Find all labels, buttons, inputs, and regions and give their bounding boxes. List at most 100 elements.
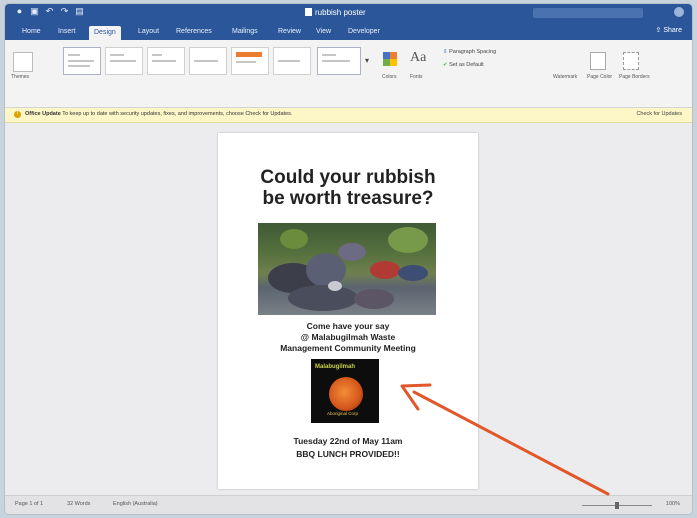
message-label: Office Update [25,111,61,117]
zoom-slider-knob[interactable] [615,502,619,509]
thumb-line [152,60,176,62]
thumb-line [278,60,300,62]
paragraph-spacing-button[interactable]: ⇕ Paragraph Spacing [443,49,496,55]
user-avatar[interactable] [674,7,684,17]
share-label: Share [663,27,682,34]
set-as-default-label: Set as Default [449,62,484,68]
thumb-line [322,60,350,62]
undo-icon[interactable]: ↶ [45,7,54,16]
date-line: Tuesday 22nd of May 11am [293,436,403,446]
title-bar: ● ▣ ↶ ↷ ▤ rubbish poster [5,4,692,22]
share-button[interactable]: ⇪ Share [656,26,683,34]
document-icon [305,8,312,16]
tab-mailings[interactable]: Mailings [227,25,263,38]
tab-view[interactable]: View [311,25,336,38]
fonts-label: Fonts [410,74,423,80]
photo-detail [354,289,394,309]
photo-detail [328,281,342,291]
style-thumbnail-5[interactable] [231,47,269,75]
tab-insert[interactable]: Insert [53,25,81,38]
photo-detail [388,227,428,253]
page-borders-label: Page Borders [619,74,650,80]
print-icon[interactable]: ▤ [75,7,84,16]
document-title-text: rubbish poster [315,8,366,17]
watermark-button[interactable]: Watermark [553,74,577,80]
meeting-details: Come have your say @ Malabugilmah Waste … [218,321,478,354]
quick-access-toolbar: ● ▣ ↶ ↷ ▤ [15,7,84,16]
style-thumbnail-6[interactable] [273,47,311,75]
logo-subtitle-art: Aboriginal Corp [327,411,359,416]
search-box[interactable] [533,8,643,18]
fonts-button[interactable]: Aa [410,50,426,66]
thumb-line [68,65,90,67]
message-text: To keep up to date with security updates… [62,111,293,117]
style-thumbnail-2[interactable] [105,47,143,75]
body-line-1: Come have your say [306,321,390,331]
tab-layout[interactable]: Layout [133,25,164,38]
page-count[interactable]: Page 1 of 1 [15,501,43,507]
word-count[interactable]: 32 Words [67,501,90,507]
color-swatch [390,52,397,59]
tab-review[interactable]: Review [273,25,306,38]
tab-developer[interactable]: Developer [343,25,385,38]
thumb-line [236,61,256,63]
gallery-more-icon[interactable]: ▾ [365,56,369,65]
thumb-line [68,54,80,56]
color-swatch [383,59,390,66]
lunch-line: BBQ LUNCH PROVIDED!! [296,449,400,459]
status-bar: Page 1 of 1 32 Words English (Australia)… [5,495,692,514]
language-indicator[interactable]: English (Australia) [113,501,158,507]
document-page[interactable]: Could your rubbish be worth treasure? Co… [218,133,478,489]
document-canvas[interactable]: Could your rubbish be worth treasure? Co… [5,123,692,495]
photo-detail [288,285,358,311]
save-icon[interactable]: ▣ [30,7,39,16]
update-message-bar: ! Office Update To keep up to date with … [5,108,692,123]
thumb-line [152,54,162,56]
thumb-line [194,60,218,62]
tab-home[interactable]: Home [17,25,46,38]
themes-label: Themes [11,74,30,80]
tab-references[interactable]: References [171,25,217,38]
thumb-line [322,54,336,56]
style-thumbnail-1[interactable] [63,47,101,75]
page-color-icon[interactable] [590,52,606,70]
themes-button[interactable] [13,52,33,72]
style-thumbnail-7[interactable] [317,47,361,75]
page-borders-icon[interactable] [623,52,639,70]
logo-title-art: Malabugilmah [315,364,356,370]
thumb-line [68,60,94,62]
tab-design[interactable]: Design [89,26,121,40]
thumb-line [110,60,136,62]
update-message: Office Update To keep up to date with se… [25,111,292,117]
style-thumbnail-4[interactable] [189,47,227,75]
headline-line-1: Could your rubbish [260,167,436,188]
thumb-title-bar [236,52,262,57]
color-swatch [390,59,397,66]
page-color-label: Page Color [587,74,613,80]
ribbon-tabs: Home Insert Design Layout References Mai… [5,22,692,40]
photo-detail [398,265,428,281]
redo-icon[interactable]: ↷ [60,7,69,16]
body-line-3: Management Community Meeting [280,343,416,353]
close-dot-icon[interactable]: ● [15,7,24,16]
body-line-2: @ Malabugilmah Waste [300,332,396,342]
photo-detail [280,229,308,249]
zoom-level[interactable]: 100% [666,501,680,507]
style-thumbnail-3[interactable] [147,47,185,75]
paragraph-spacing-label: Paragraph Spacing [449,49,497,55]
headline-line-2: be worth treasure? [262,188,434,209]
rubbish-photo[interactable] [258,223,436,315]
poster-headline: Could your rubbish be worth treasure? [218,167,478,209]
photo-detail [370,261,400,279]
photo-detail [338,243,366,261]
set-as-default-button[interactable]: ✔ Set as Default [443,62,484,68]
colors-button[interactable] [383,52,397,66]
colors-label: Colors [382,74,397,80]
sun-graphic [329,377,363,411]
color-swatch [383,52,390,59]
community-logo-image[interactable]: Malabugilmah Aboriginal Corp [311,359,379,423]
word-window: ● ▣ ↶ ↷ ▤ rubbish poster Home Insert Des… [5,4,692,514]
info-icon: ! [14,111,21,118]
thumb-line [110,54,124,56]
check-for-updates-button[interactable]: Check for Updates [636,111,682,117]
